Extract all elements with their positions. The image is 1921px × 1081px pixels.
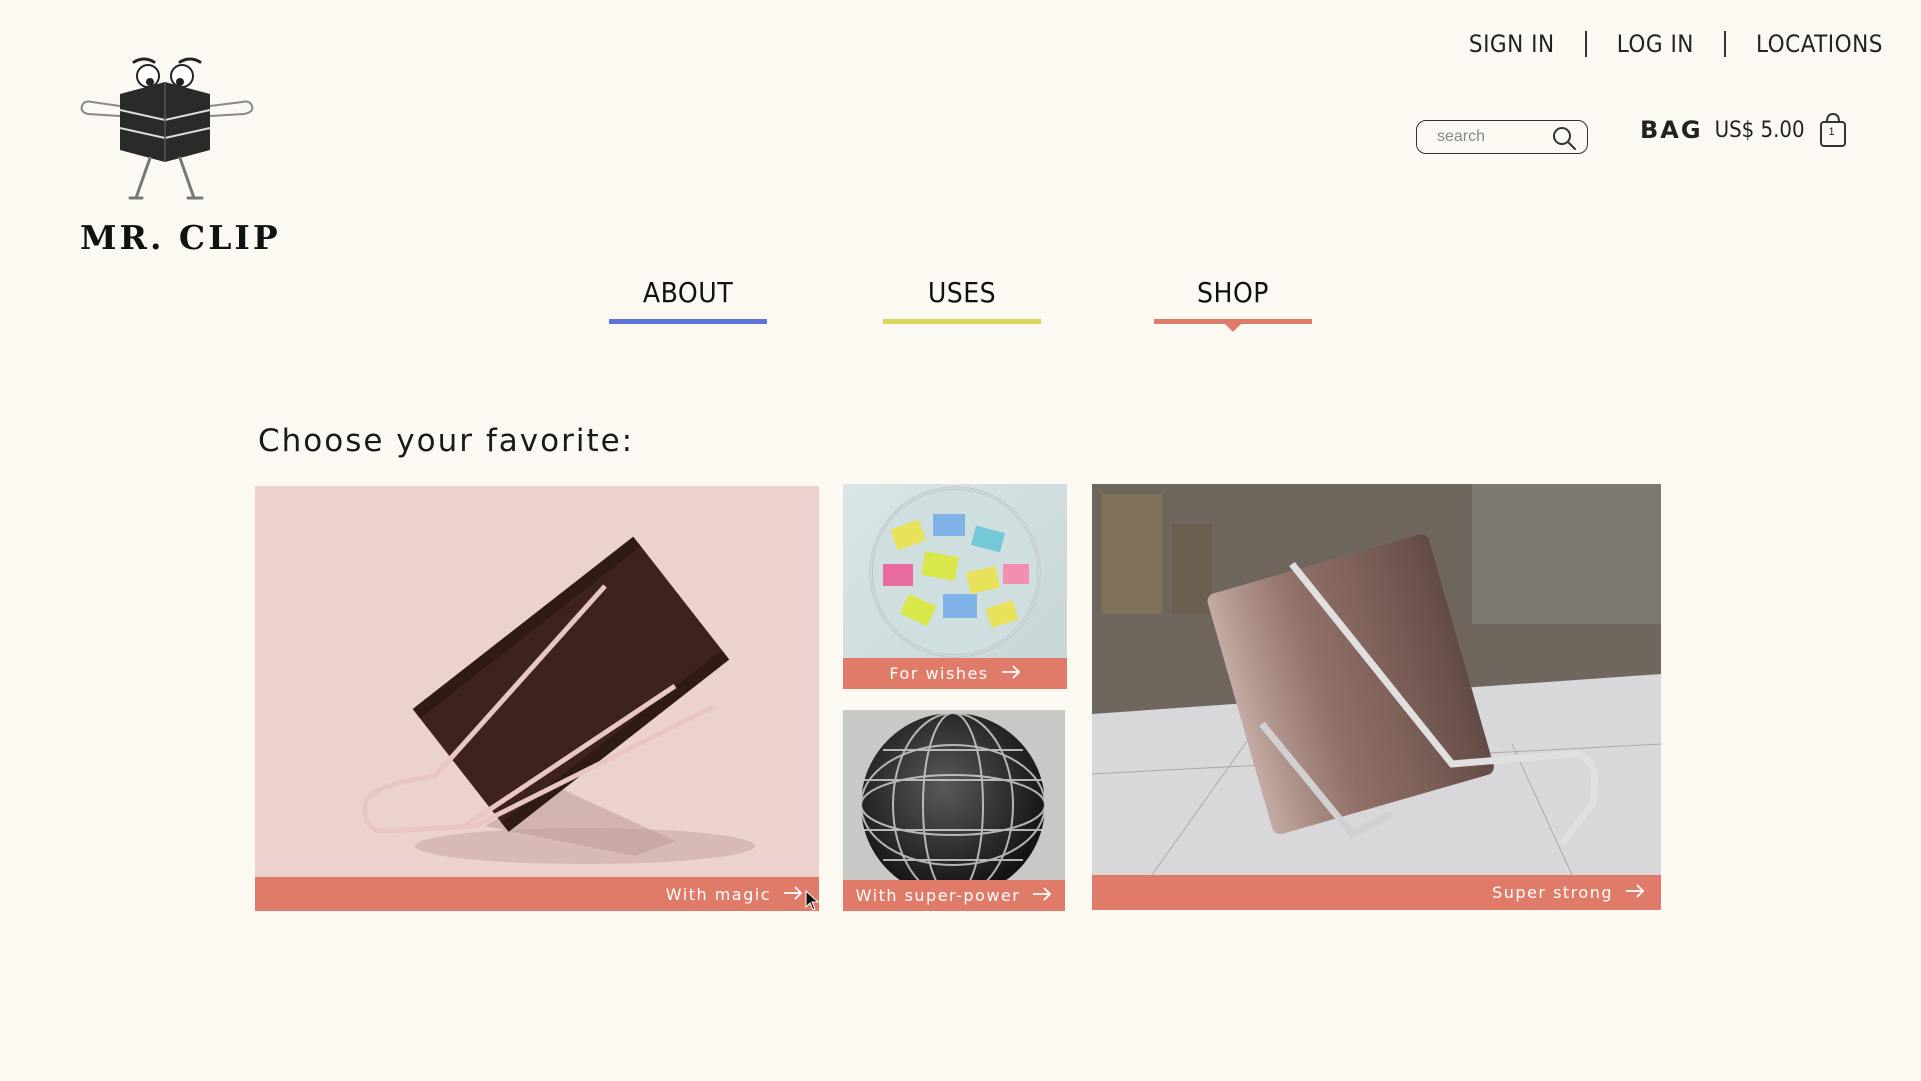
mouse-cursor-icon <box>805 889 820 917</box>
arrow-right-icon <box>783 885 803 904</box>
locations-link[interactable]: LOCATIONS <box>1756 30 1883 58</box>
nav-uses-underline <box>883 319 1041 324</box>
search-icon[interactable] <box>1551 125 1577 156</box>
card-caption: Super strong <box>1092 875 1661 910</box>
card-caption-text: For wishes <box>889 664 989 683</box>
binder-clip-image <box>255 486 819 877</box>
nav-about-label: ABOUT <box>642 276 734 309</box>
card-caption: For wishes <box>843 658 1067 689</box>
arrow-right-icon <box>1625 883 1645 902</box>
mascot-icon <box>80 57 254 200</box>
sign-in-link[interactable]: SIGN IN <box>1469 30 1555 58</box>
brand-name[interactable]: MR. CLIP <box>80 218 281 257</box>
nav-uses[interactable]: USES <box>883 276 1041 324</box>
product-card-super-power[interactable]: With super-power <box>843 710 1065 911</box>
nav-about-underline <box>609 319 767 324</box>
shopping-bag[interactable]: BAG US$ 5.00 1 <box>1640 112 1847 148</box>
nav-shop-underline <box>1154 319 1312 332</box>
product-card-super-strong[interactable]: Super strong <box>1092 484 1661 910</box>
arrow-right-icon <box>1032 886 1052 905</box>
nav-about[interactable]: ABOUT <box>609 276 767 324</box>
card-caption-text: With magic <box>665 884 771 904</box>
card-caption-text: Super strong <box>1492 883 1613 902</box>
top-links: SIGN IN LOG IN LOCATIONS <box>1469 30 1883 58</box>
divider <box>1723 31 1726 57</box>
search-input[interactable] <box>1435 127 1557 147</box>
card-caption-text: With super-power <box>855 886 1021 905</box>
shopping-bag-icon[interactable]: 1 <box>1819 112 1847 148</box>
product-card-wishes[interactable]: For wishes <box>843 484 1067 689</box>
bag-count: 1 <box>1828 126 1835 138</box>
arrow-right-icon <box>1001 664 1021 683</box>
nav-uses-label: USES <box>927 276 997 309</box>
divider <box>1584 31 1587 57</box>
active-indicator <box>1224 323 1242 332</box>
clip-jar-image <box>843 484 1067 658</box>
product-card-magic[interactable]: With magic <box>255 486 819 911</box>
nav-shop[interactable]: SHOP <box>1154 276 1312 332</box>
search-box <box>1416 120 1588 154</box>
card-caption: With super-power <box>843 880 1065 911</box>
log-in-link[interactable]: LOG IN <box>1617 30 1694 58</box>
nav-shop-label: SHOP <box>1197 276 1269 309</box>
metal-clip-image <box>1092 484 1661 876</box>
clip-sphere-image <box>843 710 1065 898</box>
bag-total: US$ 5.00 <box>1714 117 1805 143</box>
section-heading: Choose your favorite: <box>258 423 635 459</box>
card-caption: With magic <box>255 877 819 911</box>
bag-label: BAG <box>1640 116 1703 144</box>
